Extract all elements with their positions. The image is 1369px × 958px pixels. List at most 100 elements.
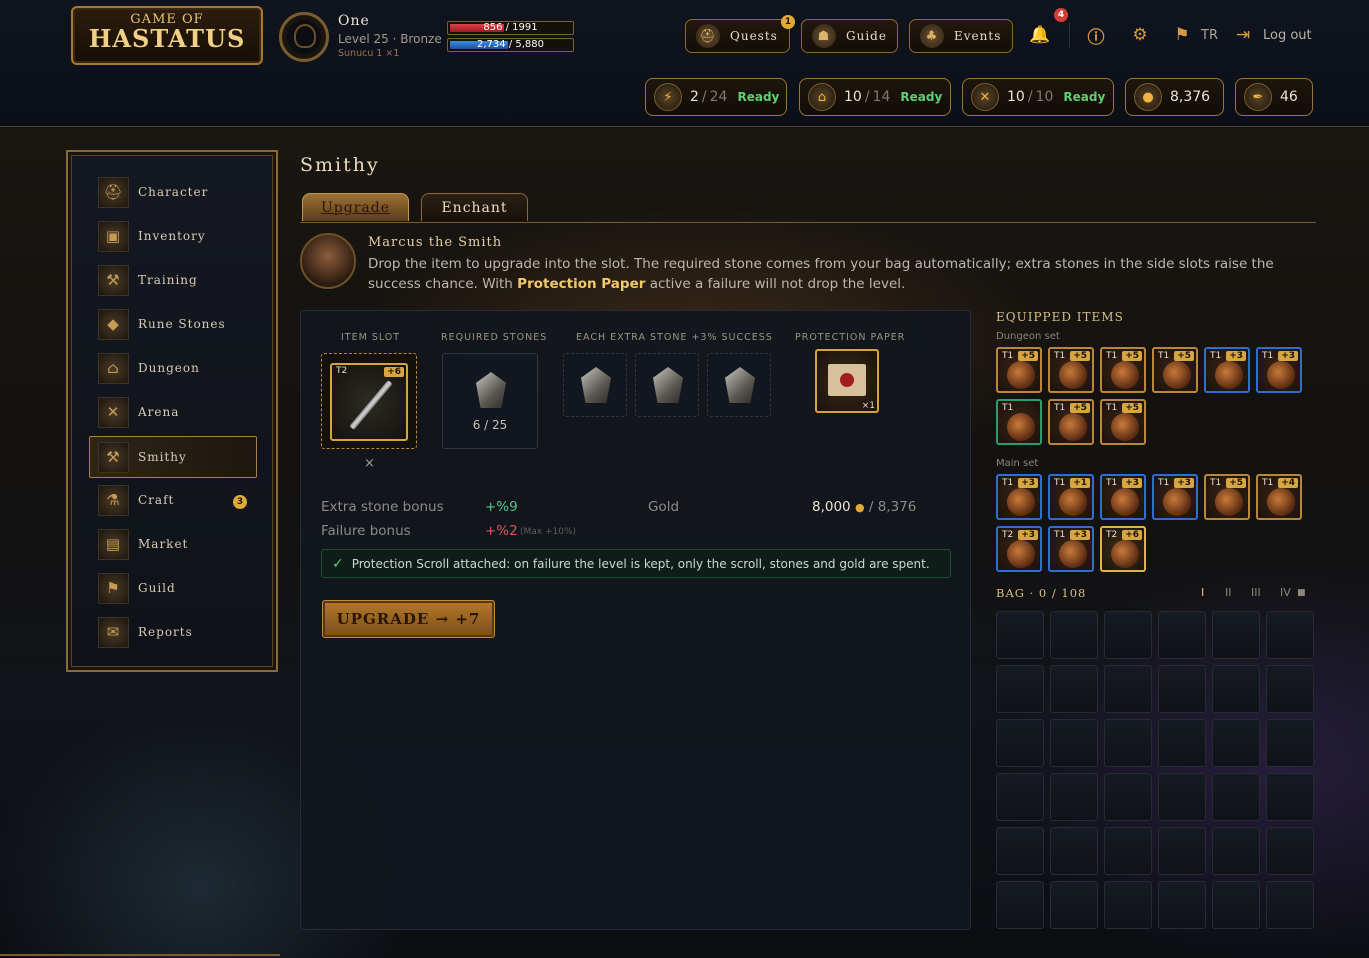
sidebar-item-character[interactable]: ⛑ Character [90,172,257,212]
bag-slot[interactable] [1158,773,1206,821]
dungeon-set-item-slot[interactable]: T1 +3 [1256,347,1302,393]
bag-slot[interactable] [996,773,1044,821]
bag-slot[interactable] [1050,719,1098,767]
extra-stone-slot-1[interactable] [563,353,627,417]
bag-slot[interactable] [1050,665,1098,713]
gold-counter[interactable]: ● 8,376 [1125,78,1224,116]
dungeon-counter[interactable]: ⌂ 10/14 Ready [799,78,951,116]
bag-slot[interactable] [1266,773,1314,821]
bag-slot[interactable] [1104,827,1152,875]
language-label[interactable]: TR [1201,28,1218,43]
main-set-item-slot[interactable]: T1 +3 [1100,474,1146,520]
bag-slot[interactable] [1266,827,1314,875]
bag-slot[interactable] [1212,665,1260,713]
dungeon-set-item-slot[interactable]: T1 +3 [1204,347,1250,393]
flag-icon[interactable]: ⚑ [1171,24,1193,46]
sidebar-item-smithy[interactable]: ⚒ Smithy [89,436,257,478]
bag-slot[interactable] [1266,719,1314,767]
bag-slot[interactable] [1104,719,1152,767]
bag-slot[interactable] [996,611,1044,659]
dungeon-set-item-slot[interactable]: T1 +5 [1048,399,1094,445]
bag-page-3[interactable]: III [1251,586,1261,599]
guide-button[interactable]: ☗ Guide [801,19,898,53]
logout-link[interactable]: Log out [1263,28,1312,43]
sidebar-item-training[interactable]: ⚒ Training [90,260,257,300]
extra-stone-slot-3[interactable] [707,353,771,417]
tab-upgrade[interactable]: Upgrade [302,193,409,221]
settings-gear-icon[interactable]: ⚙ [1129,24,1151,46]
main-set-item-slot[interactable]: T1 +3 [1048,526,1094,572]
bag-page-4[interactable]: IV [1280,586,1291,599]
feather-counter[interactable]: ✒ 46 [1235,78,1313,116]
arena-counter[interactable]: ✕ 10/10 Ready [962,78,1114,116]
bag-slot[interactable] [1050,881,1098,929]
bag-slot[interactable] [996,881,1044,929]
player-avatar[interactable] [279,12,329,62]
main-set-item-slot[interactable]: T2 +6 [1100,526,1146,572]
bag-slot[interactable] [1212,827,1260,875]
protection-paper-slot[interactable]: ×1 [815,349,879,413]
bag-slot[interactable] [996,665,1044,713]
bag-slot[interactable] [1212,881,1260,929]
upgrade-item[interactable]: T2 +6 [330,363,408,441]
dungeon-set-item-slot[interactable]: T1 +5 [1100,347,1146,393]
main-set-item-slot[interactable]: T2 +3 [996,526,1042,572]
bag-slot[interactable] [1104,881,1152,929]
sidebar-item-rune-stones[interactable]: ◆ Rune Stones [90,304,257,344]
bag-slot[interactable] [1266,881,1314,929]
bag-slot[interactable] [1266,611,1314,659]
sidebar-item-dungeon[interactable]: ⌂ Dungeon [90,348,257,388]
bag-slot[interactable] [1212,611,1260,659]
dungeon-set-item-slot[interactable]: T1 +5 [1048,347,1094,393]
bag-page-2[interactable]: II [1225,586,1232,599]
extra-stone-slot-2[interactable] [635,353,699,417]
sidebar-item-reports[interactable]: ✉ Reports [90,612,257,652]
dungeon-set-item-slot[interactable]: T1 [996,399,1042,445]
bag-page-1[interactable]: I [1201,586,1204,599]
sidebar-item-market[interactable]: ▤ Market [90,524,257,564]
bag-slot[interactable] [1158,611,1206,659]
bag-slot[interactable] [1158,665,1206,713]
bag-slot[interactable] [1212,773,1260,821]
bag-slot[interactable] [1050,773,1098,821]
bag-slot[interactable] [1266,665,1314,713]
arena-ready: Ready [1063,90,1106,104]
game-logo[interactable]: GAME OF HASTATUS [71,6,263,65]
equipment-icon [1111,488,1139,516]
energy-counter[interactable]: ⚡ 2/24 Ready [645,78,787,116]
quests-button[interactable]: ⛑ Quests [685,19,790,53]
main-set-item-slot[interactable]: T1 +5 [1204,474,1250,520]
main-set-item-slot[interactable]: T1 +1 [1048,474,1094,520]
bag-slot[interactable] [1212,719,1260,767]
dungeon-set-item-slot[interactable]: T1 +5 [1100,399,1146,445]
bag-slot[interactable] [996,827,1044,875]
logout-icon[interactable]: ⇥ [1232,24,1254,46]
main-set-item-slot[interactable]: T1 +3 [996,474,1042,520]
bag-slot[interactable] [1104,773,1152,821]
info-icon[interactable]: ⓘ [1085,24,1107,48]
sidebar-item-guild[interactable]: ⚑ Guild [90,568,257,608]
bag-slot[interactable] [1050,611,1098,659]
sidebar-item-arena[interactable]: ✕ Arena [90,392,257,432]
upgrade-button[interactable]: UPGRADE → +7 [322,600,495,638]
bag-slot[interactable] [1158,881,1206,929]
failure-bonus-value: +%2 [485,523,518,539]
tab-enchant[interactable]: Enchant [421,193,528,221]
bell-icon[interactable]: 🔔 [1029,24,1051,46]
bag-slot[interactable] [1158,719,1206,767]
events-button[interactable]: ♣ Events [909,19,1013,53]
item-slot[interactable]: T2 +6 [321,353,417,449]
dungeon-set-item-slot[interactable]: T1 +5 [1152,347,1198,393]
bag-slot[interactable] [1104,665,1152,713]
main-set-item-slot[interactable]: T1 +3 [1152,474,1198,520]
bag-slot[interactable] [1050,827,1098,875]
sidebar-item-inventory[interactable]: ▣ Inventory [90,216,257,256]
remove-item-button[interactable]: × [364,456,375,471]
main-set-item-slot[interactable]: T1 +4 [1256,474,1302,520]
dungeon-set-item-slot[interactable]: T1 +5 [996,347,1042,393]
sidebar-item-label: Training [138,273,198,287]
sidebar-item-craft[interactable]: ⚗ Craft [90,480,257,520]
bag-slot[interactable] [1158,827,1206,875]
bag-slot[interactable] [1104,611,1152,659]
bag-slot[interactable] [996,719,1044,767]
